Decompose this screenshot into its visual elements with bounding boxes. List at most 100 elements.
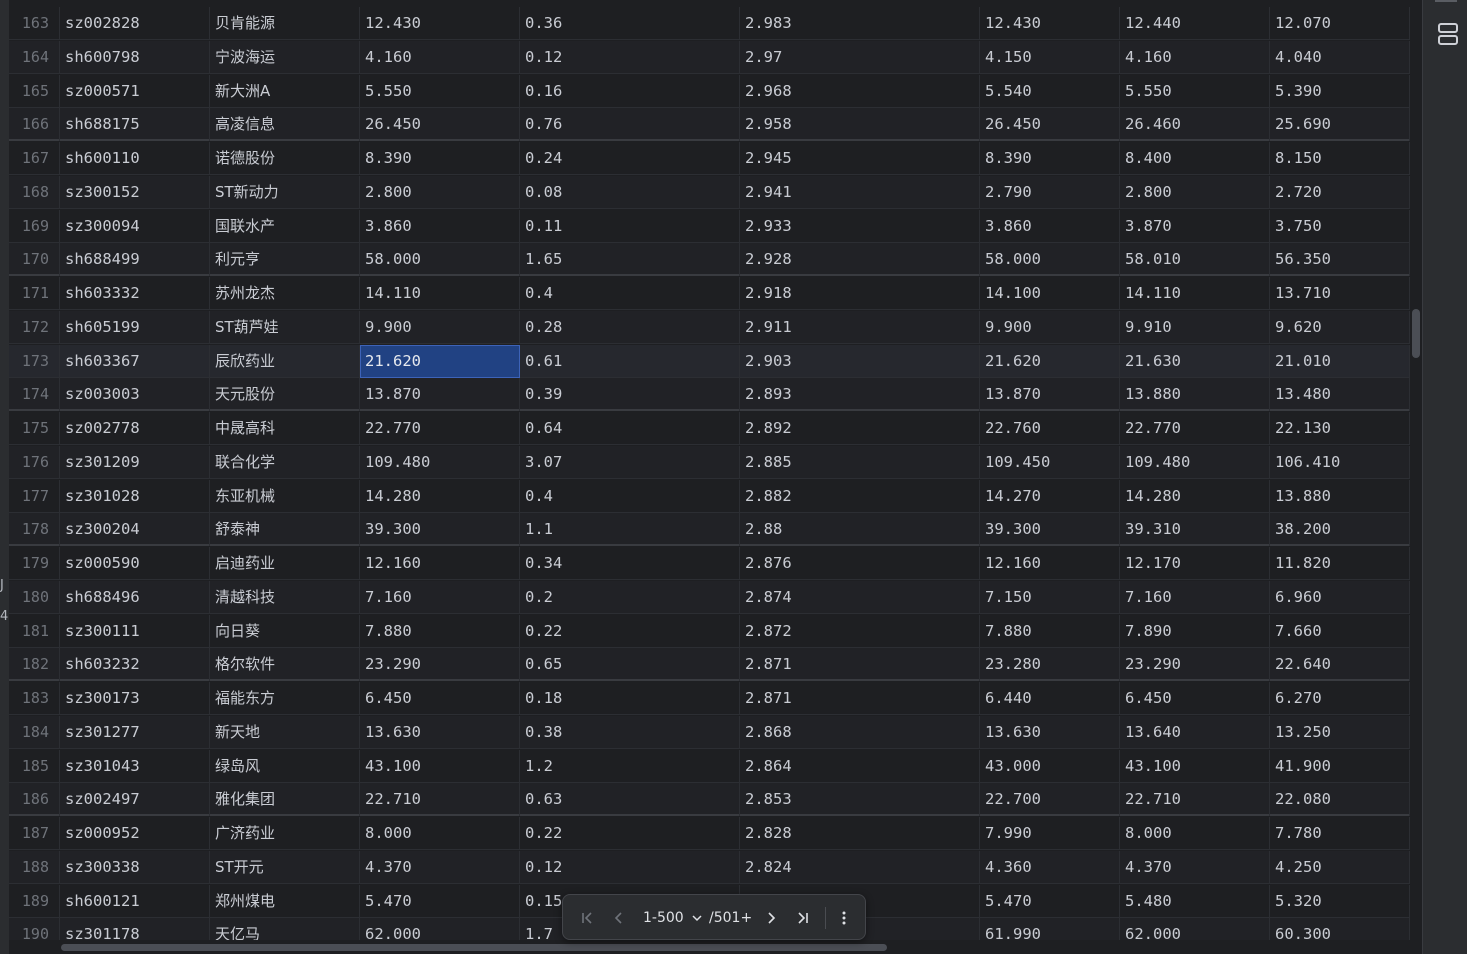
code-cell[interactable]: sz300152 [60,176,210,209]
name-cell[interactable]: 中晟高科 [210,412,360,445]
buy-price-cell[interactable]: 12.430 [980,7,1120,40]
price-cell[interactable]: 22.710 [360,783,520,816]
table-row[interactable]: 164 sh600798 宁波海运 4.160 0.12 2.97 4.150 4.160 4.… [9,41,1410,74]
buy-price-cell[interactable]: 6.440 [980,682,1120,715]
change-cell[interactable]: 0.22 [520,615,740,648]
change-pct-cell[interactable]: 2.871 [740,648,980,681]
change-pct-cell[interactable]: 2.941 [740,176,980,209]
table-row[interactable]: 185 sz301043 绿岛风 43.100 1.2 2.864 43.000 43.100… [9,750,1410,783]
code-cell[interactable]: sh605199 [60,311,210,344]
buy-price-cell[interactable]: 4.150 [980,41,1120,74]
low-price-cell[interactable]: 6.270 [1270,682,1410,715]
price-cell[interactable]: 14.110 [360,277,520,310]
name-cell[interactable]: 启迪药业 [210,547,360,580]
table-row[interactable]: 176 sz301209 联合化学 109.480 3.07 2.885 109.450 10… [9,446,1410,479]
page-range-dropdown[interactable]: 1-500 [643,907,703,929]
price-cell[interactable]: 4.160 [360,41,520,74]
name-cell[interactable]: 诺德股份 [210,142,360,175]
code-cell[interactable]: sh600798 [60,41,210,74]
price-cell[interactable]: 109.480 [360,446,520,479]
name-cell[interactable]: ST开元 [210,851,360,884]
code-cell[interactable]: sh600110 [60,142,210,175]
code-cell[interactable]: sz000590 [60,547,210,580]
change-pct-cell[interactable]: 2.864 [740,750,980,783]
code-cell[interactable]: sh688175 [60,108,210,141]
price-cell[interactable]: 23.290 [360,648,520,681]
code-cell[interactable]: sz300094 [60,210,210,243]
name-cell[interactable]: 辰欣药业 [210,345,360,378]
change-pct-cell[interactable]: 2.874 [740,581,980,614]
change-cell[interactable]: 0.11 [520,210,740,243]
change-pct-cell[interactable]: 2.872 [740,615,980,648]
selected-cell[interactable]: 21.620 [360,345,520,378]
table-row[interactable]: 173 sh603367 辰欣药业 21.620 0.61 2.903 21.620 21.6… [9,345,1410,378]
buy-price-cell[interactable]: 5.540 [980,75,1120,108]
code-cell[interactable]: sz301277 [60,716,210,749]
low-price-cell[interactable]: 5.320 [1270,885,1410,918]
price-cell[interactable]: 22.770 [360,412,520,445]
low-price-cell[interactable]: 7.660 [1270,615,1410,648]
table-row[interactable]: 180 sh688496 清越科技 7.160 0.2 2.874 7.150 7.160 6.… [9,581,1410,614]
table-row[interactable]: 170 sh688499 利元亨 58.000 1.65 2.928 58.000 58.01… [9,243,1410,276]
change-pct-cell[interactable]: 2.876 [740,547,980,580]
table-row[interactable]: 171 sh603332 苏州龙杰 14.110 0.4 2.918 14.100 14.11… [9,277,1410,310]
sell-price-cell[interactable]: 8.400 [1120,142,1270,175]
vertical-scrollbar[interactable] [1410,0,1422,954]
low-price-cell[interactable]: 12.070 [1270,7,1410,40]
change-pct-cell[interactable]: 2.853 [740,783,980,816]
sell-price-cell[interactable]: 12.440 [1120,7,1270,40]
name-cell[interactable]: 福能东方 [210,682,360,715]
low-price-cell[interactable]: 56.350 [1270,243,1410,276]
change-cell[interactable]: 0.39 [520,378,740,411]
sell-price-cell[interactable]: 14.280 [1120,480,1270,513]
sell-price-cell[interactable]: 21.630 [1120,345,1270,378]
change-pct-cell[interactable]: 2.983 [740,7,980,40]
low-price-cell[interactable]: 8.150 [1270,142,1410,175]
buy-price-cell[interactable]: 13.870 [980,378,1120,411]
code-cell[interactable]: sh603232 [60,648,210,681]
buy-price-cell[interactable]: 13.630 [980,716,1120,749]
code-cell[interactable]: sz300173 [60,682,210,715]
change-cell[interactable]: 0.16 [520,75,740,108]
change-cell[interactable]: 0.22 [520,817,740,850]
change-cell[interactable]: 0.4 [520,277,740,310]
code-cell[interactable]: sz003003 [60,378,210,411]
change-cell[interactable]: 0.2 [520,581,740,614]
name-cell[interactable]: 雅化集团 [210,783,360,816]
change-pct-cell[interactable]: 2.933 [740,210,980,243]
low-price-cell[interactable]: 60.300 [1270,918,1410,940]
price-cell[interactable]: 7.160 [360,581,520,614]
low-price-cell[interactable]: 25.690 [1270,108,1410,141]
change-pct-cell[interactable]: 2.911 [740,311,980,344]
buy-price-cell[interactable]: 58.000 [980,243,1120,276]
price-cell[interactable]: 39.300 [360,513,520,546]
sell-price-cell[interactable]: 109.480 [1120,446,1270,479]
buy-price-cell[interactable]: 43.000 [980,750,1120,783]
price-cell[interactable]: 12.160 [360,547,520,580]
code-cell[interactable]: sz000952 [60,817,210,850]
table-row[interactable]: 183 sz300173 福能东方 6.450 0.18 2.871 6.440 6.450 6… [9,682,1410,715]
buy-price-cell[interactable]: 109.450 [980,446,1120,479]
code-cell[interactable]: sz300111 [60,615,210,648]
change-cell[interactable]: 0.18 [520,682,740,715]
price-cell[interactable]: 43.100 [360,750,520,783]
change-cell[interactable]: 0.4 [520,480,740,513]
change-pct-cell[interactable]: 2.871 [740,682,980,715]
change-cell[interactable]: 0.76 [520,108,740,141]
last-page-icon[interactable] [791,907,813,929]
name-cell[interactable]: 天元股份 [210,378,360,411]
buy-price-cell[interactable]: 14.100 [980,277,1120,310]
change-cell[interactable]: 1.1 [520,513,740,546]
name-cell[interactable]: 国联水产 [210,210,360,243]
buy-price-cell[interactable]: 21.620 [980,345,1120,378]
table-row[interactable]: 187 sz000952 广济药业 8.000 0.22 2.828 7.990 8.000 7… [9,817,1410,850]
horizontal-scrollbar[interactable] [9,940,1410,954]
code-cell[interactable]: sh600121 [60,885,210,918]
price-cell[interactable]: 58.000 [360,243,520,276]
low-price-cell[interactable]: 2.720 [1270,176,1410,209]
table-row[interactable]: 169 sz300094 国联水产 3.860 0.11 2.933 3.860 3.870 3… [9,210,1410,243]
price-cell[interactable]: 5.550 [360,75,520,108]
change-pct-cell[interactable]: 2.918 [740,277,980,310]
low-price-cell[interactable]: 13.480 [1270,378,1410,411]
table-row[interactable]: 186 sz002497 雅化集团 22.710 0.63 2.853 22.700 22.7… [9,783,1410,816]
